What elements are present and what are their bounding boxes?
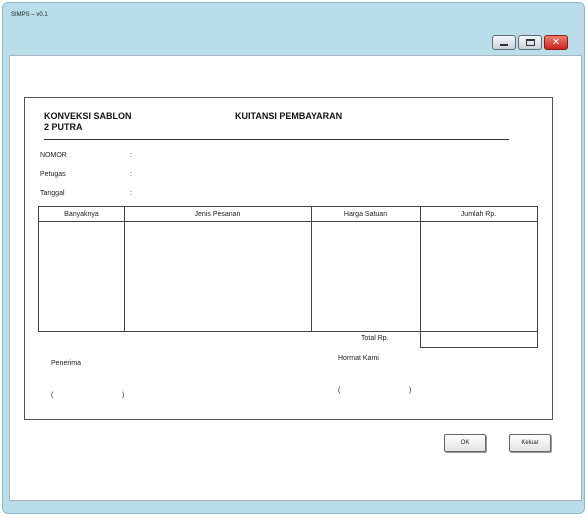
receiver-label: Penerima xyxy=(51,360,81,367)
header-divider xyxy=(44,139,509,140)
signer-open-paren: ( xyxy=(338,387,341,394)
receipt-title: KUITANSI PEMBAYARAN xyxy=(235,111,343,121)
field-colon-petugas: : xyxy=(130,171,132,178)
close-button[interactable]: ✕ xyxy=(544,35,568,50)
field-label-tanggal: Tanggal xyxy=(40,190,65,197)
maximize-button[interactable] xyxy=(518,35,542,50)
receiver-open-paren: ( xyxy=(51,392,54,399)
company-name: KONVEKSI SABLON 2 PUTRA xyxy=(44,111,154,133)
field-colon-nomor: : xyxy=(130,152,132,159)
close-icon: ✕ xyxy=(551,36,561,48)
column-divider xyxy=(420,207,421,331)
column-divider xyxy=(311,207,312,331)
signer-close-paren: ) xyxy=(409,387,412,394)
signer-label: Hormat Kami xyxy=(338,355,379,362)
maximize-icon xyxy=(525,39,535,46)
order-table: Banyaknya Jenis Pesanan Harga Satuan Jum… xyxy=(38,206,538,332)
column-header-banyaknya: Banyaknya xyxy=(39,207,124,222)
column-divider xyxy=(124,207,125,331)
window-title: SIMPS – v0.1 xyxy=(11,12,48,18)
exit-button[interactable]: Keluar xyxy=(509,434,551,452)
ok-button[interactable]: OK xyxy=(444,434,486,452)
field-colon-tanggal: : xyxy=(130,190,132,197)
total-label: Total Rp. xyxy=(361,335,389,342)
column-header-jumlah: Jumlah Rp. xyxy=(420,207,537,222)
column-header-jenis-pesanan: Jenis Pesanan xyxy=(124,207,311,222)
column-header-harga-satuan: Harga Satuan xyxy=(311,207,420,222)
minimize-button[interactable] xyxy=(492,35,516,50)
receiver-close-paren: ) xyxy=(122,392,125,399)
company-name-line1: KONVEKSI SABLON xyxy=(44,111,132,121)
company-name-line2: 2 PUTRA xyxy=(44,122,83,132)
minimize-icon xyxy=(500,43,508,46)
total-value xyxy=(420,331,538,348)
field-label-nomor: NOMOR xyxy=(40,152,67,159)
field-label-petugas: Petugas xyxy=(40,171,66,178)
